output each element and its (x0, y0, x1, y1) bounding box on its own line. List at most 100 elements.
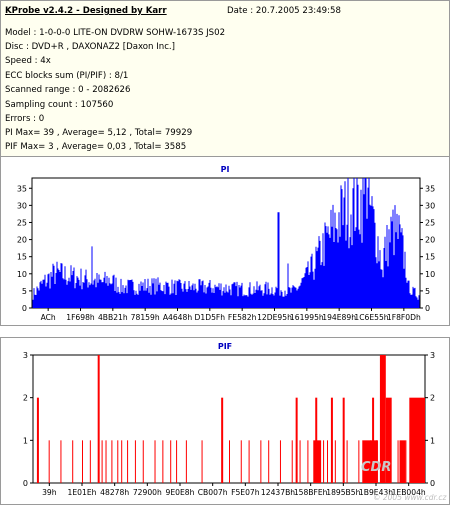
pif-bar (48, 440, 50, 483)
pif-bar (176, 440, 178, 483)
pi-ytick-label: 0 (22, 304, 27, 313)
pif-xtick-label: 1E01Eh (68, 488, 97, 497)
pif-ytick-label: 2 (23, 394, 28, 403)
pif-bar (89, 440, 91, 483)
pif-bar (111, 440, 113, 483)
info-scanned-range: Scanned range : 0 - 2082626 (5, 85, 131, 95)
pif-chart-panel: PIF 0 0 1 1 2 2 3 3 39h 1E01Eh 48278h 72900h 9E0E8h C… (0, 337, 450, 505)
pi-ytick-label-right: 5 (425, 287, 430, 296)
pi-ytick-label-right: 15 (425, 253, 435, 262)
pif-bar (323, 440, 325, 483)
pif-bar (291, 440, 293, 483)
info-ecc-blocks: ECC blocks sum (PI/PIF) : 8/1 (5, 71, 129, 81)
pif-bar (299, 440, 301, 483)
pif-bar (101, 440, 103, 483)
info-sampling-count: Sampling count : 107560 (5, 100, 114, 110)
pi-ytick-label-right: 30 (425, 201, 435, 210)
pif-bar (229, 440, 230, 483)
pi-xtick-label: 1F698h (66, 313, 95, 322)
pif-bar (279, 440, 281, 483)
pi-ytick-label-right: 25 (425, 218, 435, 227)
pi-xtick-label: ACh (41, 313, 56, 322)
pif-bar (162, 440, 164, 483)
pif-bar (417, 440, 419, 483)
pif-bar (327, 440, 328, 483)
pif-ytick-label-right: 3 (430, 351, 435, 360)
pif-xtick-label: 158BFEh (294, 488, 328, 497)
pif-chart: 0 0 1 1 2 2 3 3 39h 1E01Eh 48278h 72900h 9E0E8h CB007… (23, 351, 448, 502)
pif-xtick-label: 48278h (100, 488, 129, 497)
pif-xtick-label: 1895B5h (326, 488, 360, 497)
pi-xtick-label: 1C6E55h (354, 313, 388, 322)
pif-bar (121, 440, 123, 483)
pif-xtick-label: F5E07h (231, 488, 260, 497)
info-errors: Errors : 0 (5, 114, 45, 124)
pi-xtick-label: D1D5Fh (195, 313, 226, 322)
pi-ytick-label: 10 (17, 270, 27, 279)
pif-bar (240, 440, 242, 483)
pi-xtick-label: 78159h (131, 313, 160, 322)
pif-bar (97, 355, 100, 483)
pif-bar (221, 397, 224, 483)
pi-chart: 0 0 5 5 10 10 15 15 20 20 25 25 30 30 35 35 ACh 1F698h 4BB… (17, 177, 435, 322)
pi-ytick-label: 25 (17, 218, 27, 227)
pi-ytick-label: 15 (17, 253, 27, 262)
pif-bar (423, 440, 425, 483)
pi-chart-panel: PI 0 0 5 5 10 10 15 15 20 20 25 25 30 30 35 35 ACh 1F698h… (0, 156, 450, 326)
info-speed: Speed : 4x (5, 56, 51, 66)
pif-bar (346, 440, 348, 483)
pif-bar (134, 440, 136, 483)
watermark-url: © 2005 www.cdr.cz (373, 493, 447, 502)
pif-ytick-label-right: 2 (430, 394, 435, 403)
pif-bar (117, 440, 119, 483)
pif-bar (201, 440, 203, 483)
pif-xtick-label: 72900h (133, 488, 162, 497)
pi-xtick-label: A4648h (163, 313, 193, 322)
pif-bar (142, 440, 144, 483)
pif-bar (411, 440, 413, 483)
pif-xtick-label: 12437Bh (261, 488, 295, 497)
pif-ytick-label: 1 (23, 436, 28, 445)
pif-bar (330, 397, 333, 483)
pi-ytick-label: 20 (17, 236, 27, 245)
pi-ytick-label-right: 10 (425, 270, 435, 279)
pif-ytick-label: 3 (23, 351, 28, 360)
pif-bar (82, 440, 83, 483)
pif-bar (358, 440, 360, 483)
pif-xtick-label: 39h (42, 488, 57, 497)
pi-xtick-label: 4BB21h (98, 313, 128, 322)
pi-ytick-label-right: 35 (425, 184, 435, 193)
pi-xtick-label: FE582h (228, 313, 257, 322)
pif-bar (105, 440, 107, 483)
pif-xtick-label: CB007h (198, 488, 228, 497)
pif-bar (307, 440, 309, 483)
pif-bar (315, 397, 318, 483)
info-model: Model : 1-0-0-0 LITE-ON DVDRW SOHW-1673S… (5, 28, 226, 38)
info-pi-summary: PI Max= 39 , Average= 5,12 , Total= 7992… (5, 128, 193, 138)
pif-bar (268, 440, 270, 483)
pi-ytick-label: 35 (17, 184, 27, 193)
pif-bar (405, 440, 407, 483)
pif-ytick-label-right: 1 (430, 436, 435, 445)
pif-bar (334, 440, 336, 483)
info-pif-summary: PIF Max= 3 , Average= 0,03 , Total= 3585 (5, 142, 187, 152)
pif-bar (60, 440, 62, 483)
pif-bar (248, 440, 250, 483)
pif-xtick-label: 9E0E8h (166, 488, 195, 497)
pif-bar (397, 440, 399, 483)
watermark-logo: CDR (361, 460, 391, 475)
info-disc: Disc : DVD+R , DAXONAZ2 [Daxon Inc.] (5, 42, 176, 52)
pif-bar (295, 397, 298, 483)
pi-ytick-label: 30 (17, 201, 27, 210)
pi-ytick-label-right: 0 (425, 304, 430, 313)
app-title: KProbe v2.4.2 - Designed by Karr (5, 6, 167, 16)
pif-bar (72, 440, 74, 483)
pi-xtick-label: 194E89h (322, 313, 356, 322)
pif-bar (342, 397, 345, 483)
pif-bar (154, 440, 156, 483)
pif-bar (127, 440, 129, 483)
pi-xtick-label: 161995h (290, 313, 324, 322)
pi-xtick-label: 12DE95h (257, 313, 292, 322)
pi-ytick-label-right: 20 (425, 236, 435, 245)
pif-bar (185, 440, 187, 483)
